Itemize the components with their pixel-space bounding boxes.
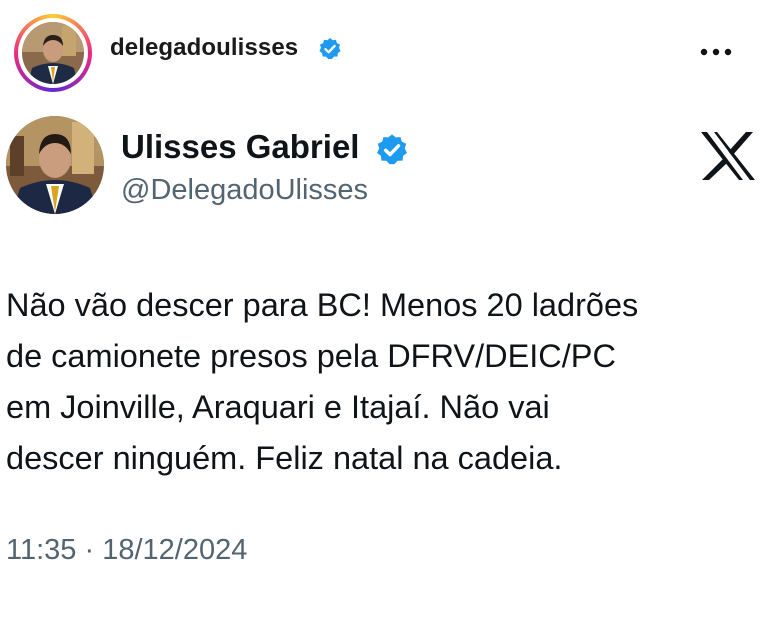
profile-avatar[interactable]	[22, 22, 84, 84]
post-author-username[interactable]: delegadoulisses	[110, 34, 298, 62]
x-logo-icon[interactable]	[698, 130, 758, 182]
tweet-text-line: de camionete presos pela DFRV/DEIC/PC	[6, 338, 616, 374]
verified-badge-icon	[319, 38, 341, 60]
tweet-text-line: Não vão descer para BC! Menos 20 ladrões	[6, 287, 639, 323]
tweet-author-avatar[interactable]	[6, 116, 104, 214]
tweet-text-line: em Joinville, Araquari e Itajaí. Não vai	[6, 389, 550, 425]
tweet-timestamp[interactable]: 11:35 · 18/12/2024	[6, 534, 247, 567]
verified-badge-icon	[376, 134, 408, 165]
tweet-text: Não vão descer para BC! Menos 20 ladrões…	[6, 280, 762, 484]
profile-photo	[22, 22, 84, 84]
tweet-handle[interactable]: @DelegadoUlisses	[121, 174, 368, 207]
story-ring[interactable]	[14, 14, 92, 92]
tweet-text-line: descer ninguém. Feliz natal na cadeia.	[6, 440, 563, 476]
tweet-display-name[interactable]: Ulisses Gabriel	[121, 128, 359, 166]
tweet-author-photo	[6, 116, 104, 214]
more-options-icon[interactable]	[694, 36, 738, 60]
instagram-post-header: delegadoulisses	[0, 0, 768, 100]
